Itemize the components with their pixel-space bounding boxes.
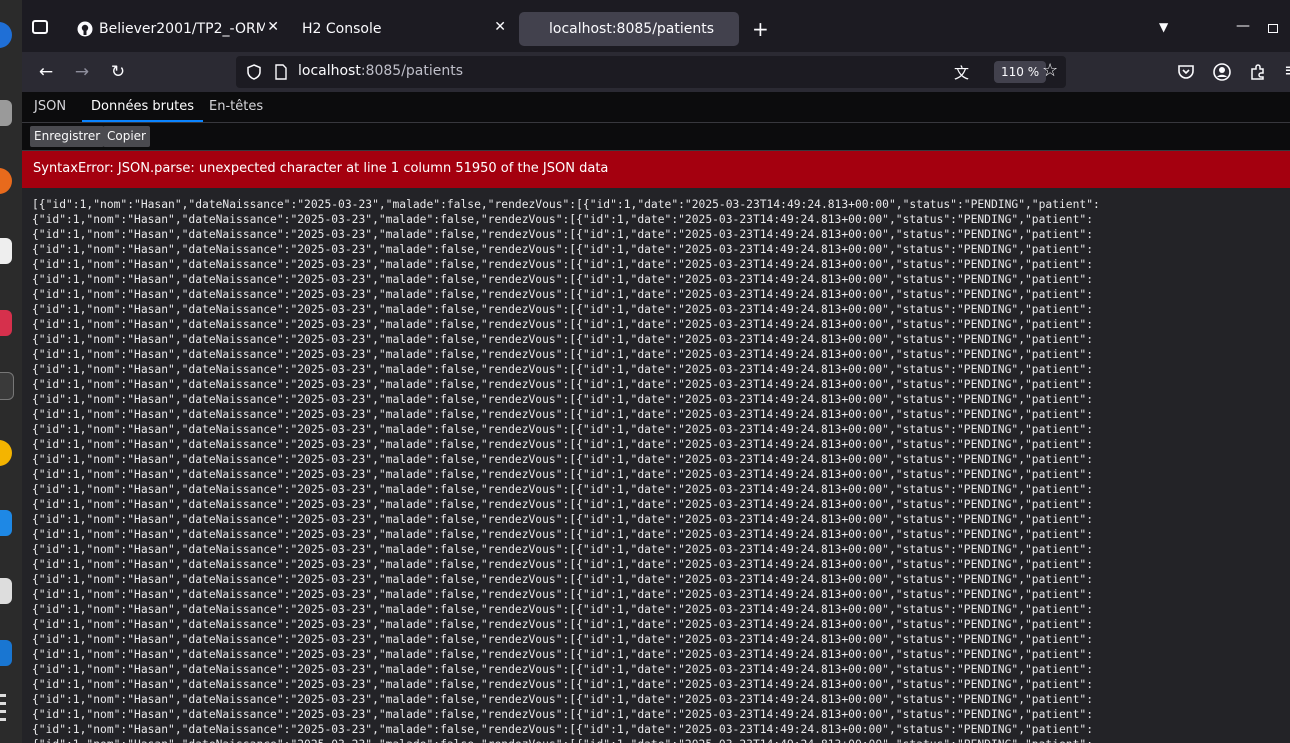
raw-line: {"id":1,"nom":"Hasan","dateNaissance":"2… — [32, 273, 1094, 286]
app-star-dock-icon[interactable] — [0, 310, 12, 336]
url-bar[interactable]: localhost:8085/patients 文 110 % ☆ — [236, 56, 1066, 88]
tab-overview-icon[interactable] — [32, 20, 48, 34]
terminal-dock-icon[interactable] — [0, 372, 14, 400]
raw-line: {"id":1,"nom":"Hasan","dateNaissance":"2… — [32, 423, 1094, 436]
url-host: localhost — [298, 63, 361, 79]
tab-raw-data[interactable]: Données brutes — [82, 92, 204, 122]
extensions-icon[interactable] — [1249, 63, 1267, 81]
error-message: SyntaxError: JSON.parse: unexpected char… — [33, 161, 609, 176]
raw-line: {"id":1,"nom":"Hasan","dateNaissance":"2… — [32, 258, 1094, 271]
forward-button[interactable]: → — [70, 60, 94, 84]
vscode-dock-icon[interactable] — [0, 510, 12, 536]
raw-line: {"id":1,"nom":"Hasan","dateNaissance":"2… — [32, 648, 1094, 661]
tab-list-chevron-down-icon[interactable]: ▼ — [1159, 20, 1168, 34]
libreoffice-dock-icon[interactable] — [0, 238, 12, 264]
raw-line: {"id":1,"nom":"Hasan","dateNaissance":"2… — [32, 333, 1094, 346]
raw-json-text: [{"id":1,"nom":"Hasan","dateNaissance":"… — [22, 188, 1290, 743]
raw-line: {"id":1,"nom":"Hasan","dateNaissance":"2… — [32, 393, 1094, 406]
raw-line: {"id":1,"nom":"Hasan","dateNaissance":"2… — [32, 378, 1094, 391]
tab-h2-title: H2 Console — [302, 21, 382, 37]
raw-line: {"id":1,"nom":"Hasan","dateNaissance":"2… — [32, 228, 1094, 241]
reload-button[interactable]: ↻ — [106, 60, 130, 84]
close-icon[interactable]: ✕ — [494, 19, 506, 35]
raw-line: {"id":1,"nom":"Hasan","dateNaissance":"2… — [32, 243, 1094, 256]
files-dock-icon[interactable] — [0, 100, 12, 126]
page-icon[interactable] — [274, 64, 288, 80]
raw-line: {"id":1,"nom":"Hasan","dateNaissance":"2… — [32, 543, 1094, 556]
raw-first-line: [{"id":1,"nom":"Hasan","dateNaissance":"… — [32, 198, 1100, 211]
raw-line: {"id":1,"nom":"Hasan","dateNaissance":"2… — [32, 603, 1094, 616]
back-button[interactable]: ← — [34, 60, 58, 84]
copy-button[interactable]: Copier — [103, 126, 150, 147]
show-apps-icon[interactable] — [0, 694, 6, 724]
raw-line: {"id":1,"nom":"Hasan","dateNaissance":"2… — [32, 348, 1094, 361]
raw-line: {"id":1,"nom":"Hasan","dateNaissance":"2… — [32, 483, 1094, 496]
raw-line: {"id":1,"nom":"Hasan","dateNaissance":"2… — [32, 558, 1094, 571]
url-path: :8085/patients — [360, 63, 464, 79]
raw-line: {"id":1,"nom":"Hasan","dateNaissance":"2… — [32, 318, 1094, 331]
bookmark-star-icon[interactable]: ☆ — [1042, 60, 1058, 81]
raw-line: {"id":1,"nom":"Hasan","dateNaissance":"2… — [32, 468, 1094, 481]
tab-json[interactable]: JSON — [25, 92, 75, 122]
translate-icon[interactable]: 文 — [954, 62, 969, 83]
raw-line: {"id":1,"nom":"Hasan","dateNaissance":"2… — [32, 573, 1094, 586]
raw-line: {"id":1,"nom":"Hasan","dateNaissance":"2… — [32, 213, 1094, 226]
github-icon — [77, 21, 93, 37]
close-icon[interactable]: ✕ — [267, 19, 279, 35]
zoom-level-button[interactable]: 110 % — [994, 61, 1047, 83]
raw-line: {"id":1,"nom":"Hasan","dateNaissance":"2… — [32, 708, 1094, 721]
tab-github[interactable]: Believer2001/TP2_-ORM- ✕ — [67, 12, 287, 46]
raw-line: {"id":1,"nom":"Hasan","dateNaissance":"2… — [32, 738, 1093, 743]
save-button[interactable]: Enregistrer — [30, 126, 105, 147]
firefox-dock-icon[interactable] — [0, 22, 12, 48]
raw-data-panel: [{"id":1,"nom":"Hasan","dateNaissance":"… — [22, 188, 1290, 743]
raw-line: {"id":1,"nom":"Hasan","dateNaissance":"2… — [32, 453, 1094, 466]
navigation-toolbar: ← → ↻ localhost:8085/patients 文 110 % ☆ … — [22, 52, 1290, 92]
raw-line: {"id":1,"nom":"Hasan","dateNaissance":"2… — [32, 723, 1094, 736]
tab-patients-title: localhost:8085/patients — [549, 21, 715, 37]
raw-line: {"id":1,"nom":"Hasan","dateNaissance":"2… — [32, 528, 1094, 541]
error-banner: SyntaxError: JSON.parse: unexpected char… — [22, 151, 1290, 188]
tab-patients[interactable]: localhost:8085/patients — [519, 12, 739, 46]
raw-line: {"id":1,"nom":"Hasan","dateNaissance":"2… — [32, 288, 1094, 301]
ubuntu-dock — [0, 0, 22, 743]
raw-line: {"id":1,"nom":"Hasan","dateNaissance":"2… — [32, 678, 1094, 691]
raw-line: {"id":1,"nom":"Hasan","dateNaissance":"2… — [32, 633, 1094, 646]
url-text[interactable]: localhost:8085/patients — [298, 63, 463, 79]
raw-line: {"id":1,"nom":"Hasan","dateNaissance":"2… — [32, 663, 1094, 676]
tab-h2-console[interactable]: H2 Console ✕ — [292, 12, 514, 46]
app-dock-icon[interactable] — [0, 578, 12, 604]
app-blue-dock-icon[interactable] — [0, 640, 12, 666]
raw-line: {"id":1,"nom":"Hasan","dateNaissance":"2… — [32, 588, 1094, 601]
minimize-button[interactable]: — — [1236, 18, 1250, 34]
raw-line: {"id":1,"nom":"Hasan","dateNaissance":"2… — [32, 408, 1094, 421]
raw-line: {"id":1,"nom":"Hasan","dateNaissance":"2… — [32, 438, 1094, 451]
raw-line: {"id":1,"nom":"Hasan","dateNaissance":"2… — [32, 513, 1094, 526]
raw-line: {"id":1,"nom":"Hasan","dateNaissance":"2… — [32, 618, 1094, 631]
firefox-active-dock-icon[interactable] — [0, 168, 12, 194]
raw-line: {"id":1,"nom":"Hasan","dateNaissance":"2… — [32, 303, 1094, 316]
tab-headers[interactable]: En-têtes — [200, 92, 272, 122]
menu-icon[interactable]: ≡ — [1284, 60, 1290, 81]
chrome-dock-icon[interactable] — [0, 440, 12, 466]
json-viewer-tabs: JSON Données brutes En-têtes — [22, 92, 1290, 123]
raw-data-toolbar: Enregistrer Copier — [22, 123, 1290, 151]
raw-line: {"id":1,"nom":"Hasan","dateNaissance":"2… — [32, 363, 1094, 376]
raw-line: {"id":1,"nom":"Hasan","dateNaissance":"2… — [32, 498, 1094, 511]
tab-github-title: Believer2001/TP2_-ORM- — [99, 21, 265, 37]
restore-button[interactable] — [1268, 24, 1278, 33]
pocket-icon[interactable] — [1177, 63, 1195, 81]
raw-line: {"id":1,"nom":"Hasan","dateNaissance":"2… — [32, 693, 1094, 706]
new-tab-button[interactable]: + — [752, 17, 769, 41]
tab-strip: Believer2001/TP2_-ORM- ✕ H2 Console ✕ lo… — [22, 0, 1290, 52]
account-icon[interactable] — [1213, 63, 1231, 81]
shield-icon[interactable] — [246, 64, 262, 80]
